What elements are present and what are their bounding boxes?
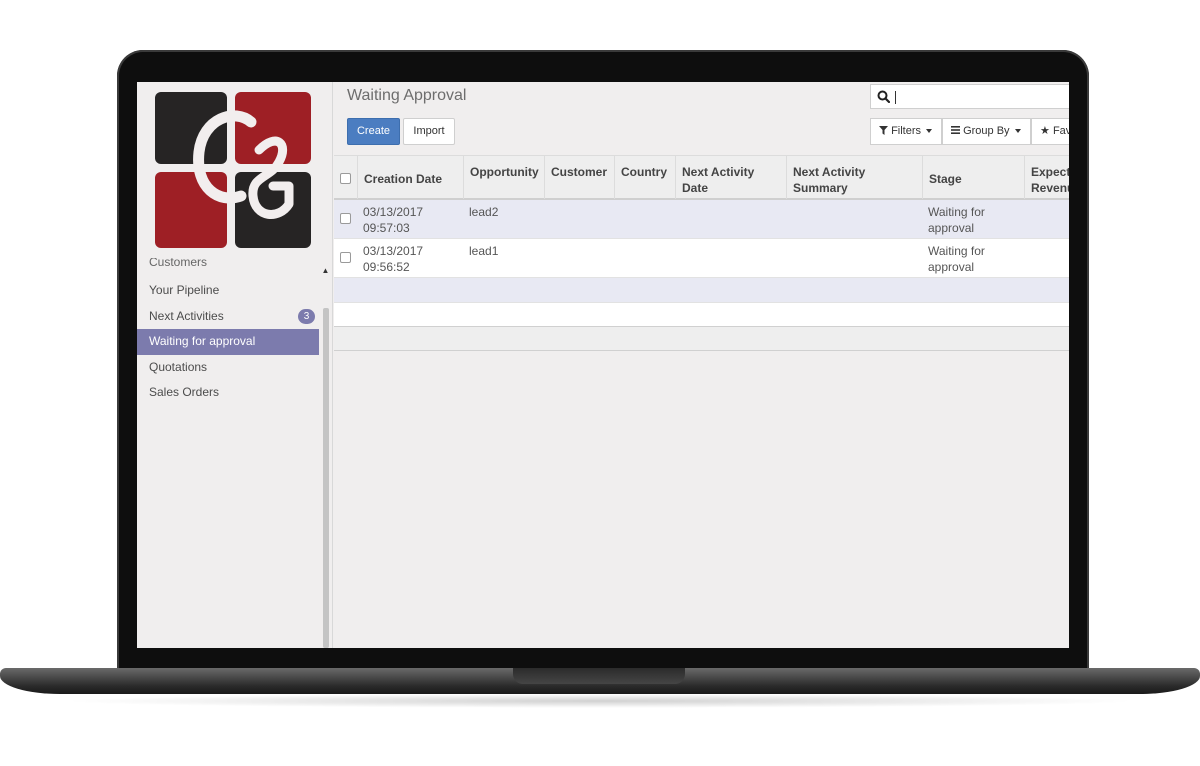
favorites-dropdown[interactable]: ★ Fav [1031,118,1069,145]
sidebar-item-sales-orders[interactable]: Sales Orders [137,380,319,406]
cell-stage: Waiting for approval [928,204,985,236]
sidebar-item-label: Next Activities [149,308,224,323]
time-text: 09:56:52 [363,260,410,274]
column-label: Next Activity [793,165,866,179]
stage-text: Waiting for [928,205,985,219]
column-label: Revenu [1031,181,1069,195]
sidebar-scrollbar-thumb[interactable] [323,308,329,648]
sidebar-item-next-activities[interactable]: Next Activities 3 [137,304,319,330]
text-cursor [895,91,896,104]
laptop-notch [513,668,685,684]
table-header: Creation Date Opportunity Customer Count… [334,155,1069,200]
sidebar-item-waiting-for-approval[interactable]: Waiting for approval [137,329,319,355]
cell-opportunity: lead2 [469,205,499,219]
filters-label: Filters [891,125,922,137]
time-text: 09:57:03 [363,221,410,235]
date-text: 03/13/2017 [363,244,424,258]
cell-opportunity: lead1 [469,244,499,258]
import-button[interactable]: Import [403,118,455,145]
table-row[interactable]: 03/13/2017 09:56:52 lead1 Waiting for ap… [334,239,1069,278]
list-icon [951,126,960,134]
stage-text: Waiting for [928,244,985,258]
row-checkbox[interactable] [340,213,351,224]
row-checkbox[interactable] [340,252,351,263]
sidebar-item-your-pipeline[interactable]: Your Pipeline [137,278,319,304]
column-label: Date [682,181,709,195]
date-text: 03/13/2017 [363,205,424,219]
column-label: Creation Date [364,172,443,186]
table-footer [334,327,1069,351]
scroll-up-icon[interactable]: ▲ [321,266,330,276]
column-label: Expect [1031,165,1069,179]
sidebar-item-label: Your Pipeline [149,283,220,297]
column-header-next-activity-date[interactable]: Next Activity Date [675,156,786,199]
column-header-customer[interactable]: Customer [544,156,614,199]
column-header-country[interactable]: Country [614,156,675,199]
table-row[interactable]: 03/13/2017 09:57:03 lead2 Waiting for ap… [334,200,1069,239]
cell-creation-date: 03/13/2017 09:57:03 [363,204,423,236]
sidebar-item-customers[interactable]: Customers [149,258,207,266]
column-header-next-activity-summary[interactable]: Next Activity Summary [786,156,922,199]
count-badge: 3 [298,308,315,324]
laptop-shadow [60,694,1140,708]
chevron-down-icon [1014,129,1021,134]
company-logo [155,92,311,248]
groupby-label: Group By [963,125,1010,137]
sidebar-item-label: Quotations [149,359,208,374]
column-header-stage[interactable]: Stage [922,156,1024,199]
column-header-opportunity[interactable]: Opportunity [463,156,544,199]
empty-row [334,303,1069,327]
search-input[interactable] [870,84,1069,109]
column-label: Opportunity [470,165,539,179]
sidebar-nav: Your Pipeline Next Activities 3 Waiting … [137,278,319,406]
column-header-expected-revenue[interactable]: Expect Revenu [1024,156,1069,199]
sidebar-item-label: Waiting for approval [149,334,256,348]
column-header-creation-date[interactable]: Creation Date [357,156,463,199]
chevron-down-icon [926,129,933,134]
column-label: Stage [929,172,962,186]
column-label: Customer [551,165,608,179]
column-label: Country [621,165,667,179]
groupby-dropdown[interactable]: Group By [942,118,1031,145]
favorites-label: Fav [1052,125,1069,137]
app-screen: Customers Your Pipeline Next Activities … [137,82,1069,648]
filters-dropdown[interactable]: Filters [870,118,942,145]
select-all-checkbox[interactable] [340,173,351,184]
empty-row [334,278,1069,303]
cell-creation-date: 03/13/2017 09:56:52 [363,243,423,275]
page-title: Waiting Approval [347,87,467,104]
filter-icon [879,126,888,135]
column-label: Summary [793,181,848,195]
create-button[interactable]: Create [347,118,400,145]
stage-text: approval [928,221,975,235]
sidebar-item-quotations[interactable]: Quotations [137,355,319,381]
sidebar: Customers Your Pipeline Next Activities … [137,82,333,648]
star-icon: ★ [1040,125,1050,137]
main-content: Waiting Approval Create Import Filters G… [334,82,1069,648]
column-label: Next Activity [682,165,755,179]
list-table: Creation Date Opportunity Customer Count… [334,155,1069,351]
sidebar-item-label: Sales Orders [149,385,220,399]
cell-stage: Waiting for approval [928,243,985,275]
search-icon [877,90,890,103]
stage-text: approval [928,260,975,274]
